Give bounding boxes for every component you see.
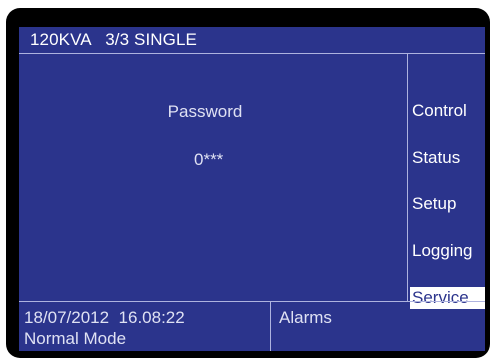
password-label: Password — [167, 102, 243, 121]
device-title: 120KVA 3/3 SINGLE — [30, 30, 197, 49]
password-input[interactable]: 0*** — [194, 150, 223, 170]
menu-item-control[interactable]: Control — [410, 100, 485, 122]
menu-item-setup[interactable]: Setup — [410, 193, 485, 215]
password-panel: Password 0*** — [19, 54, 407, 301]
side-menu: Control Status Setup Logging Service — [407, 54, 485, 309]
menu-item-status[interactable]: Status — [410, 147, 485, 169]
footer-divider — [270, 302, 271, 351]
mode-status: Normal Mode — [24, 329, 127, 348]
status-footer: 18/07/2012 16.08:22 Normal Mode Alarms — [19, 301, 485, 351]
display-screen: 120KVA 3/3 SINGLE Password 0*** Control … — [19, 27, 485, 351]
alarms-button[interactable]: Alarms — [279, 308, 332, 328]
menu-item-logging[interactable]: Logging — [410, 240, 485, 262]
title-bar: 120KVA 3/3 SINGLE — [19, 27, 485, 54]
datetime-display: 18/07/2012 16.08:22 — [24, 308, 185, 327]
